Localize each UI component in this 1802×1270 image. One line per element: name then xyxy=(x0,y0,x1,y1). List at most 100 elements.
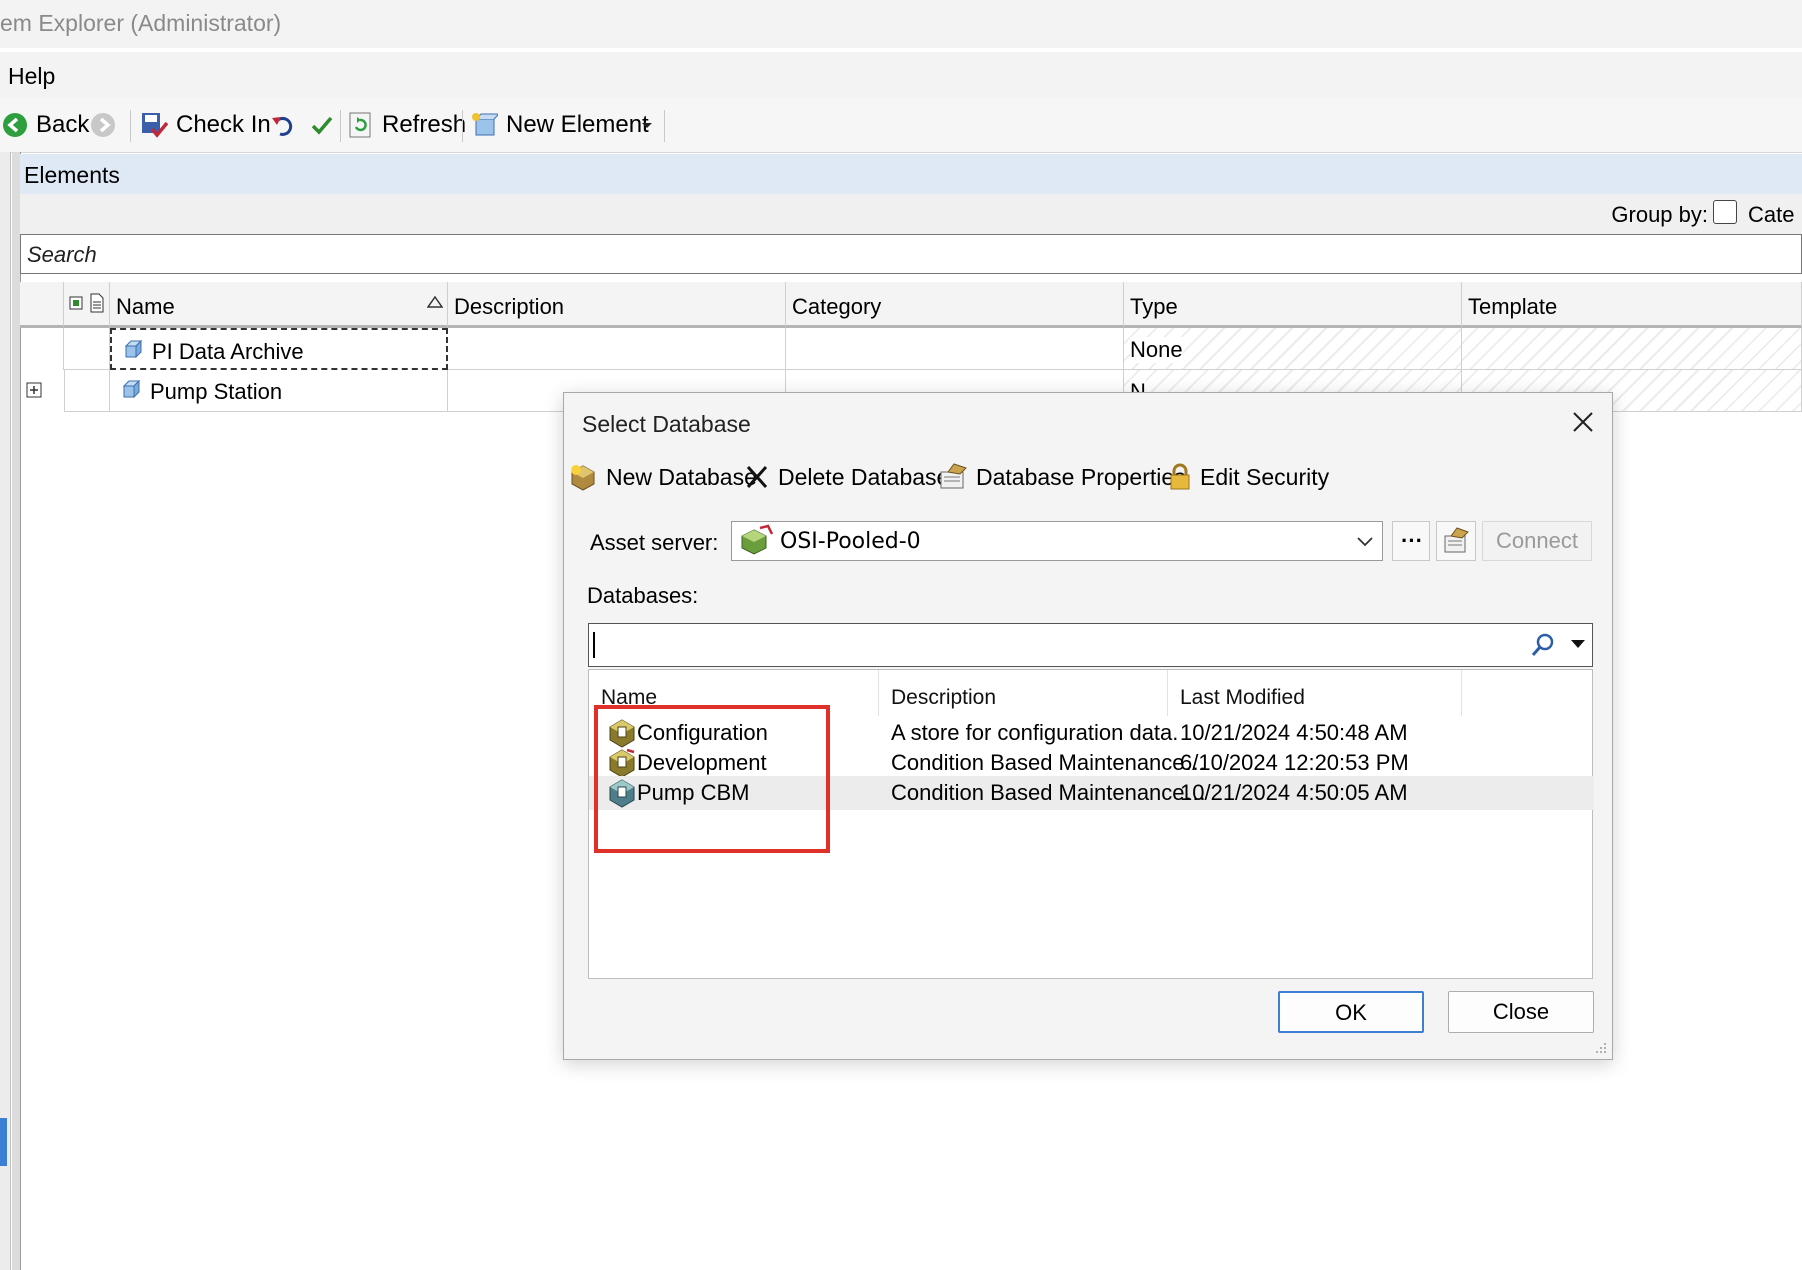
group-by-bar: Group by: xyxy=(20,194,1802,234)
database-description: A store for configuration data. xyxy=(891,720,1179,745)
dialog-toolbar: New Database Delete Database Database Pr… xyxy=(564,455,1612,499)
toolbar-separator xyxy=(462,110,463,142)
server-properties-button[interactable] xyxy=(1436,521,1476,561)
elements-header: Elements xyxy=(20,154,1802,194)
delete-x-icon xyxy=(746,465,768,489)
menu-bar: Help xyxy=(0,52,1802,98)
row-expander-cell[interactable] xyxy=(20,370,64,412)
properties-icon xyxy=(940,463,967,489)
database-last-modified: 10/21/2024 4:50:05 AM xyxy=(1180,780,1408,805)
close-button[interactable]: Close xyxy=(1448,991,1594,1033)
column-header-name[interactable]: Name xyxy=(110,282,448,328)
database-last-modified: 6/10/2024 12:20:53 PM xyxy=(1180,750,1409,775)
new-database-icon xyxy=(571,465,595,491)
column-header-description[interactable]: Description xyxy=(448,282,786,328)
asset-server-select[interactable]: OSI-Pooled-0 xyxy=(731,521,1383,561)
expand-plus-icon xyxy=(26,382,42,398)
new-element-icon xyxy=(472,113,498,136)
column-header-template[interactable]: Template xyxy=(1462,282,1802,328)
element-name-cell[interactable]: PI Data Archive xyxy=(110,328,448,370)
element-name: PI Data Archive xyxy=(152,339,304,364)
elements-title: Elements xyxy=(24,162,120,188)
databases-label: Databases: xyxy=(587,583,699,608)
group-by-category-label: Cate xyxy=(1748,202,1795,227)
group-by-category-checkbox[interactable] xyxy=(1713,200,1737,224)
element-type: None xyxy=(1130,337,1183,363)
column-header-label: Category xyxy=(792,294,882,319)
back-label: Back xyxy=(36,111,90,138)
list-header-last-modified[interactable]: Last Modified xyxy=(1168,670,1462,716)
search-icon[interactable] xyxy=(1530,632,1556,658)
column-header-category[interactable]: Category xyxy=(786,282,1124,328)
database-last-modified: 10/21/2024 4:50:48 AM xyxy=(1180,720,1408,745)
window-title-bar: em Explorer (Administrator) xyxy=(0,0,1802,48)
back-button[interactable]: Back xyxy=(2,108,89,142)
check-in-label: Check In xyxy=(176,111,271,138)
close-icon[interactable] xyxy=(1568,407,1598,437)
column-header-label: Template xyxy=(1468,294,1558,319)
delete-database-label: Delete Database xyxy=(778,463,950,490)
new-element-label: New Element xyxy=(506,111,649,138)
left-pane-edge xyxy=(0,152,11,1270)
ok-button[interactable]: OK xyxy=(1278,991,1424,1033)
new-element-dropdown[interactable] xyxy=(640,108,654,142)
toolbar-separator xyxy=(340,110,341,142)
forward-arrow-icon xyxy=(91,113,115,137)
list-header-description[interactable]: Description xyxy=(879,670,1168,716)
row-header-corner xyxy=(20,282,64,328)
element-type-cell: None xyxy=(1124,328,1462,370)
list-header-label: Description xyxy=(891,686,997,709)
element-name-cell[interactable]: Pump Station xyxy=(110,370,448,412)
database-properties-label: Database Properties xyxy=(976,463,1186,490)
refresh-icon xyxy=(349,112,371,138)
column-header-label: Name xyxy=(116,294,175,319)
refresh-button[interactable]: Refresh xyxy=(348,108,466,142)
new-database-button[interactable]: New Database xyxy=(568,455,757,499)
checkbox-column-icon xyxy=(69,296,83,310)
column-header-type[interactable]: Type xyxy=(1124,282,1462,328)
undo-icon xyxy=(272,117,293,136)
database-description: Condition Based Maintenance… xyxy=(891,780,1207,805)
row-icon-cell xyxy=(64,328,110,370)
asset-server-label: Asset server: xyxy=(590,530,719,555)
toolbar-separator xyxy=(664,110,665,142)
database-properties-button[interactable]: Database Properties xyxy=(938,455,1186,499)
document-column-icon xyxy=(90,293,104,313)
menu-help[interactable]: Help xyxy=(8,63,55,90)
check-in-button[interactable]: Check In xyxy=(140,108,271,142)
database-search-input[interactable] xyxy=(588,623,1593,667)
undo-check-out-button[interactable] xyxy=(270,108,296,142)
forward-button[interactable] xyxy=(90,108,116,142)
browse-servers-button[interactable]: ··· xyxy=(1392,521,1430,561)
apply-button[interactable] xyxy=(310,108,334,142)
edit-security-button[interactable]: Edit Security xyxy=(1168,455,1329,499)
table-row[interactable]: PI Data Archive None xyxy=(20,328,1802,370)
element-description-cell xyxy=(448,328,786,370)
new-element-button[interactable]: New Element xyxy=(470,108,649,142)
new-database-label: New Database xyxy=(606,463,757,490)
elements-search-input[interactable]: Search xyxy=(20,234,1802,274)
column-header-label: Type xyxy=(1130,294,1178,319)
chevron-down-icon xyxy=(1357,537,1373,547)
left-pane-selection xyxy=(0,1118,7,1166)
more-ellipsis-label: ··· xyxy=(1401,528,1423,553)
main-toolbar: Back Check In Refresh New Element xyxy=(0,98,1802,153)
connect-button[interactable]: Connect xyxy=(1482,521,1592,561)
resize-grip-icon[interactable] xyxy=(1594,1041,1608,1055)
chevron-down-icon[interactable] xyxy=(1570,638,1586,650)
list-header-label: Last Modified xyxy=(1180,686,1305,709)
text-cursor xyxy=(593,632,595,658)
check-in-icon xyxy=(142,113,168,138)
annotation-highlight-box xyxy=(594,705,830,853)
dialog-title: Select Database xyxy=(582,411,751,437)
row-icon-cell xyxy=(64,370,110,412)
column-header-label: Description xyxy=(454,294,565,319)
icon-columns-header[interactable] xyxy=(64,282,110,328)
chevron-down-icon xyxy=(642,123,652,128)
server-properties-icon xyxy=(1444,527,1469,553)
element-name: Pump Station xyxy=(150,379,283,404)
row-expander-cell xyxy=(20,328,64,370)
window-title: em Explorer (Administrator) xyxy=(0,10,282,36)
asset-server-icon xyxy=(741,524,774,555)
delete-database-button[interactable]: Delete Database xyxy=(744,455,949,499)
